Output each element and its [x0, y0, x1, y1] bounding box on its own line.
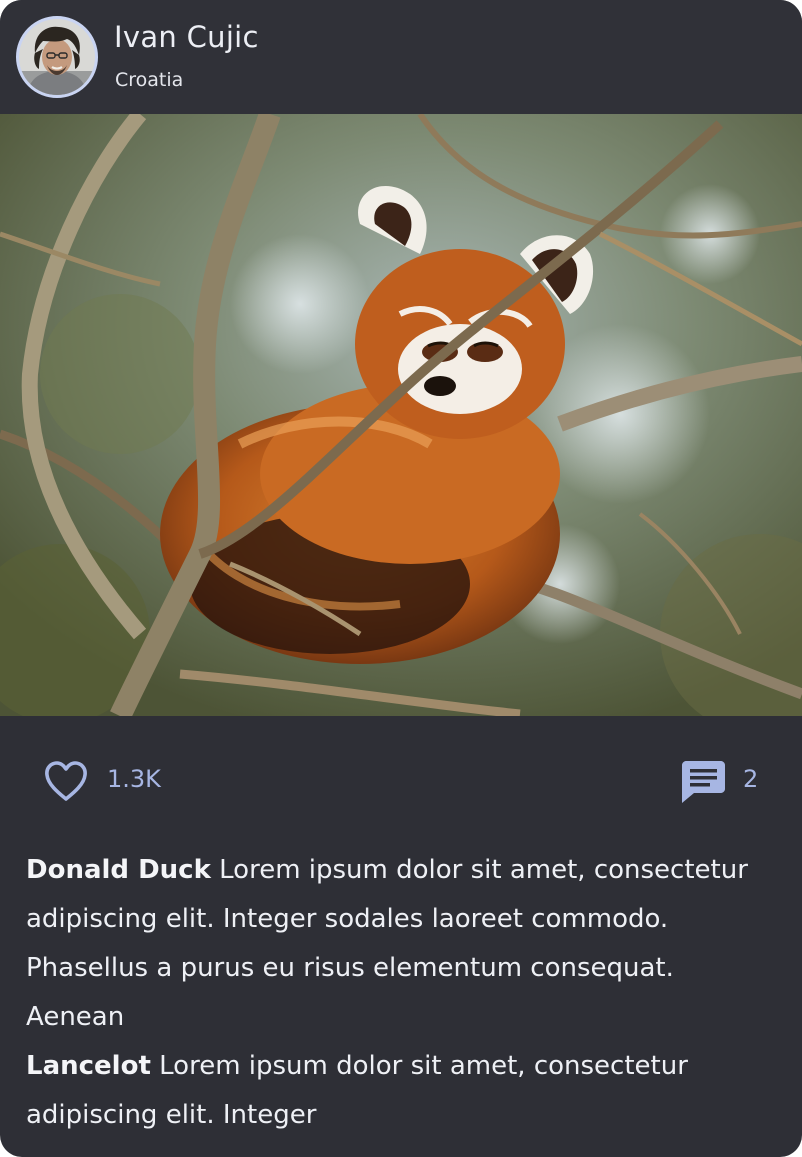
- post-card: Ivan Cujic Croatia 1.3K 2 Donald Duck Lo…: [0, 0, 802, 1157]
- post-photo[interactable]: [0, 114, 802, 716]
- red-panda-photo: [0, 114, 802, 716]
- comment-button[interactable]: [678, 758, 728, 806]
- avatar[interactable]: [16, 16, 98, 98]
- post-actions: 1.3K 2: [0, 716, 802, 836]
- like-button[interactable]: [42, 758, 90, 804]
- post-header: Ivan Cujic Croatia: [0, 0, 802, 114]
- author-name[interactable]: Ivan Cujic: [114, 20, 259, 54]
- comment-item: Lancelot Lorem ipsum dolor sit amet, con…: [26, 1042, 766, 1140]
- comment-author[interactable]: Lancelot: [26, 1051, 151, 1081]
- comment-list: Donald Duck Lorem ipsum dolor sit amet, …: [26, 846, 766, 1140]
- comment-count: 2: [743, 765, 759, 793]
- comment-author[interactable]: Donald Duck: [26, 855, 211, 885]
- avatar-image: [19, 19, 95, 95]
- author-location: Croatia: [115, 69, 184, 91]
- heart-icon: [45, 761, 87, 801]
- comment-icon: [682, 761, 725, 803]
- comment-item: Donald Duck Lorem ipsum dolor sit amet, …: [26, 846, 766, 1042]
- like-count: 1.3K: [107, 765, 161, 793]
